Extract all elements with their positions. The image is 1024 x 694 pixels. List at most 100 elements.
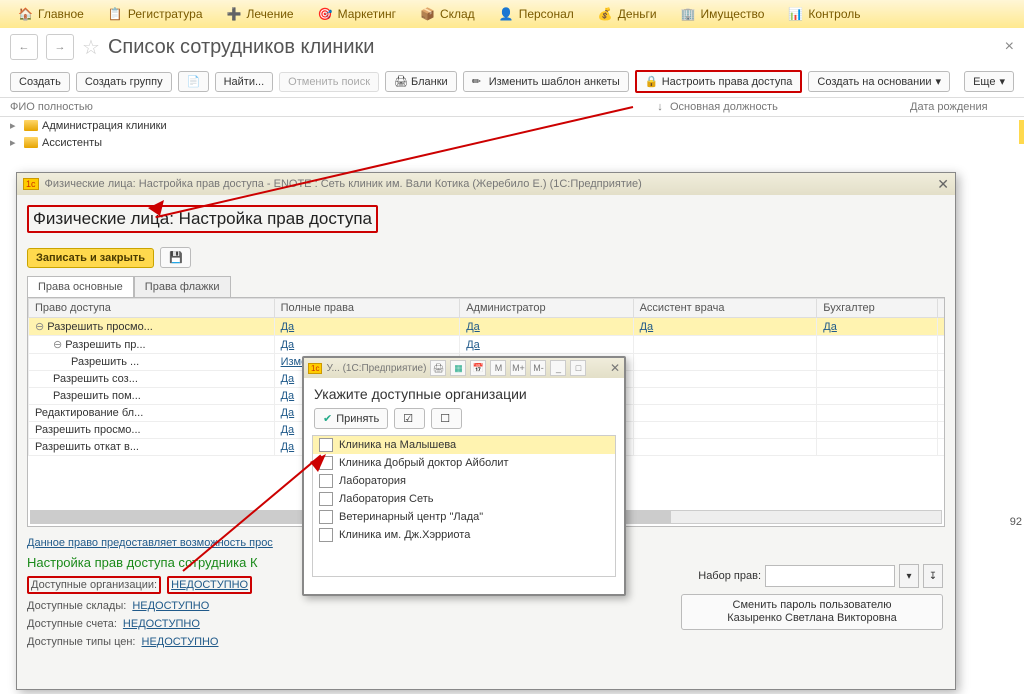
kv-value[interactable]: НЕДОСТУПНО	[167, 576, 252, 594]
grid-cell[interactable]	[633, 354, 817, 371]
favorite-icon[interactable]: ☆	[82, 35, 100, 60]
grid-cell[interactable]	[817, 388, 938, 405]
grid-cell[interactable]	[633, 439, 817, 456]
popup-close-icon[interactable]: ✕	[610, 361, 620, 375]
deselect-all-button[interactable]: ☐	[431, 408, 462, 429]
kv-value[interactable]: НЕДОСТУПНО	[123, 618, 200, 630]
grid-cell[interactable]	[633, 405, 817, 422]
modal-close-icon[interactable]: ✕	[937, 176, 949, 193]
sort-icon[interactable]: ↓	[650, 101, 670, 113]
tab-flags[interactable]: Права флажки	[134, 276, 231, 297]
grid-cell[interactable]: Да	[274, 336, 460, 354]
folder-row-0[interactable]: ▸Администрация клиники	[0, 117, 1024, 134]
menu-stock[interactable]: 📦Склад	[410, 3, 485, 25]
grid-cell[interactable]	[633, 422, 817, 439]
menu-main[interactable]: 🏠Главное	[8, 3, 94, 25]
select-all-button[interactable]: ☑	[394, 408, 425, 429]
checkbox[interactable]	[319, 492, 333, 506]
grid-cell[interactable]	[938, 354, 945, 371]
popup-cal-icon[interactable]: 📅	[470, 360, 486, 376]
col-dob[interactable]: Дата рождения	[910, 101, 988, 113]
nav-fwd-button[interactable]: →	[46, 34, 74, 60]
org-list-item[interactable]: Лаборатория	[313, 472, 615, 490]
grid-cell[interactable]	[817, 336, 938, 354]
more-button[interactable]: Еще ▾	[964, 71, 1014, 92]
grid-row-name[interactable]: Разрешить просмо...	[29, 422, 275, 439]
save-button[interactable]: 💾	[160, 247, 191, 268]
grid-col-header[interactable]: Полные права	[274, 299, 460, 318]
access-rights-button[interactable]: 🔒Настроить права доступа	[635, 70, 803, 93]
popup-m-button[interactable]: M	[490, 360, 506, 376]
grid-cell[interactable]	[938, 405, 945, 422]
create-based-button[interactable]: Создать на основании ▾	[808, 71, 950, 92]
find-button[interactable]: Найти...	[215, 72, 274, 92]
clear-icon[interactable]: ↧	[923, 564, 943, 588]
popup-print-icon[interactable]: 🖨	[430, 360, 446, 376]
org-list-item[interactable]: Ветеринарный центр "Лада"	[313, 508, 615, 526]
grid-cell[interactable]: Да	[817, 318, 938, 336]
tab-main-rights[interactable]: Права основные	[27, 276, 134, 297]
grid-col-header[interactable]: Бухгалтер	[817, 299, 938, 318]
org-list-item[interactable]: Клиника им. Дж.Хэрриота	[313, 526, 615, 544]
grid-cell[interactable]: Да	[633, 318, 817, 336]
grid-cell[interactable]	[633, 371, 817, 388]
grid-cell[interactable]	[938, 422, 945, 439]
grid-cell[interactable]	[817, 439, 938, 456]
menu-property[interactable]: 🏢Имущество	[671, 3, 775, 25]
grid-row-name[interactable]: Редактирование бл...	[29, 405, 275, 422]
grid-row-name[interactable]: ⊖ Разрешить пр...	[29, 336, 275, 354]
grid-col-header[interactable]: Врач	[938, 299, 945, 318]
grid-cell[interactable]	[817, 371, 938, 388]
grid-cell[interactable]	[817, 354, 938, 371]
popup-titlebar[interactable]: 1c У... (1С:Предприятие) 🖨 ▦ 📅 M M+ M- _…	[304, 358, 624, 378]
grid-col-header[interactable]: Администратор	[460, 299, 633, 318]
col-job[interactable]: Основная должность	[670, 101, 910, 113]
grid-row-name[interactable]: ⊖ Разрешить просмо...	[29, 318, 275, 336]
kv-value[interactable]: НЕДОСТУПНО	[142, 636, 219, 648]
dropdown-icon[interactable]: ▾	[899, 564, 919, 588]
blanks-button[interactable]: 🖨Бланки	[385, 71, 457, 92]
org-list-item[interactable]: Лаборатория Сеть	[313, 490, 615, 508]
grid-row-name[interactable]: Разрешить ...	[29, 354, 275, 371]
org-list-item[interactable]: Клиника на Малышева	[313, 436, 615, 454]
menu-staff[interactable]: 👤Персонал	[489, 3, 584, 25]
popup-mminus-button[interactable]: M-	[530, 360, 546, 376]
grid-cell[interactable]	[938, 336, 945, 354]
grid-cell[interactable]: Да	[938, 318, 945, 336]
grid-cell[interactable]: Да	[460, 336, 633, 354]
grid-cell[interactable]	[817, 405, 938, 422]
menu-control[interactable]: 📊Контроль	[778, 3, 870, 25]
menu-marketing[interactable]: 🎯Маркетинг	[308, 3, 406, 25]
org-list-item[interactable]: Клиника Добрый доктор Айболит	[313, 454, 615, 472]
kv-value[interactable]: НЕДОСТУПНО	[132, 600, 209, 612]
create-group-button[interactable]: Создать группу	[76, 72, 172, 92]
expand-icon[interactable]: ▸	[10, 119, 20, 132]
col-fio[interactable]: ФИО полностью	[10, 101, 650, 113]
grid-cell[interactable]	[817, 422, 938, 439]
change-password-button[interactable]: Сменить пароль пользователюКазыренко Све…	[681, 594, 943, 630]
menu-treatment[interactable]: ➕Лечение	[217, 3, 304, 25]
grid-cell[interactable]	[633, 388, 817, 405]
folder-row-1[interactable]: ▸Ассистенты	[0, 134, 1024, 151]
checkbox[interactable]	[319, 456, 333, 470]
checkbox[interactable]	[319, 510, 333, 524]
modal-titlebar[interactable]: 1c Физические лица: Настройка прав досту…	[17, 173, 955, 195]
org-list[interactable]: Клиника на МалышеваКлиника Добрый доктор…	[312, 435, 616, 577]
menu-registry[interactable]: 📋Регистратура	[98, 3, 213, 25]
menu-money[interactable]: 💰Деньги	[588, 3, 667, 25]
grid-col-header[interactable]: Ассистент врача	[633, 299, 817, 318]
popup-max-icon[interactable]: □	[570, 360, 586, 376]
checkbox[interactable]	[319, 438, 333, 452]
create-button[interactable]: Создать	[10, 72, 70, 92]
grid-col-header[interactable]: Право доступа	[29, 299, 275, 318]
nav-back-button[interactable]: ←	[10, 34, 38, 60]
expand-icon[interactable]: ▸	[10, 136, 20, 149]
grid-cell[interactable]	[633, 336, 817, 354]
popup-grid-icon[interactable]: ▦	[450, 360, 466, 376]
grid-row-name[interactable]: Разрешить пом...	[29, 388, 275, 405]
close-icon[interactable]: ×	[1005, 38, 1014, 56]
grid-row-name[interactable]: Разрешить откат в...	[29, 439, 275, 456]
grid-cell[interactable]: Да	[274, 318, 460, 336]
copy-button[interactable]: 📄	[178, 71, 209, 92]
checkbox[interactable]	[319, 528, 333, 542]
